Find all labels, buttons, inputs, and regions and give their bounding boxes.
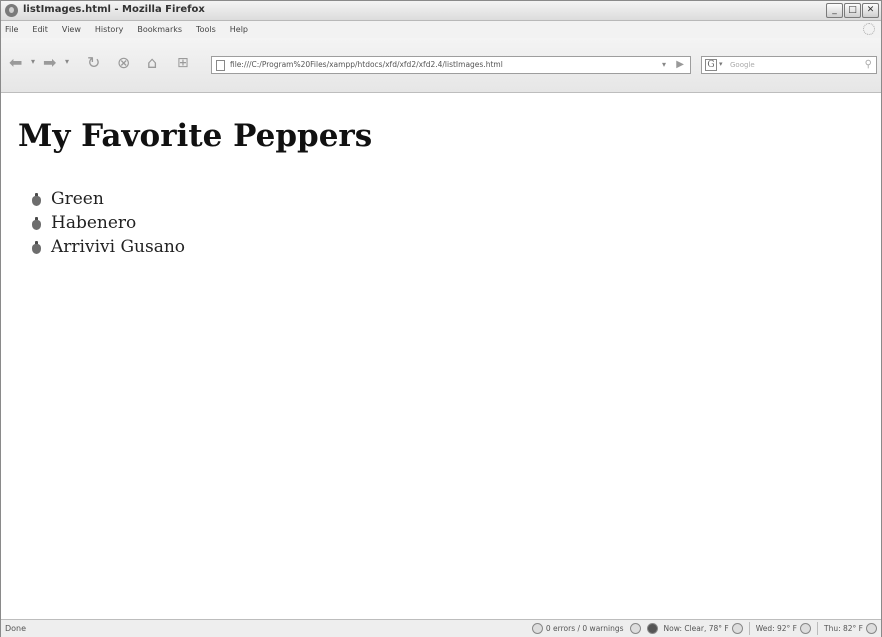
back-history-dropdown-icon[interactable]: ▾: [31, 57, 35, 66]
status-text: Done: [5, 624, 27, 633]
menu-bookmarks[interactable]: Bookmarks: [137, 25, 182, 34]
back-arrow-icon[interactable]: ⬅: [9, 54, 22, 72]
address-url[interactable]: file:///C:/Program%20Files/xampp/htdocs/…: [230, 60, 503, 69]
status-bar: Done 0 errors / 0 warnings Now: Clear, 7…: [1, 619, 881, 637]
stop-icon[interactable]: ⊗: [117, 54, 130, 72]
title-bar: listImages.html - Mozilla Firefox _ □ ✕: [1, 1, 881, 21]
reload-icon[interactable]: ↻: [87, 54, 100, 72]
close-button[interactable]: ✕: [862, 3, 879, 18]
weather-wed-label: Wed: 92° F: [755, 624, 797, 633]
weather-wed[interactable]: Wed: 92° F: [756, 623, 811, 634]
list-item: Green: [31, 187, 185, 211]
search-bar[interactable]: G ▾ Google ⚲: [701, 56, 877, 74]
pepper-bullet-icon: [31, 192, 42, 206]
weather-now-label: Now: Clear, 78° F: [663, 624, 729, 633]
pepper-bullet-icon: [31, 216, 42, 230]
page-content: My Favorite Peppers Green Habenero Arriv…: [1, 94, 881, 619]
search-magnifier-icon[interactable]: ⚲: [865, 59, 872, 70]
weather-thu-label: Thu: 82° F: [824, 624, 863, 633]
weather-now[interactable]: Now: Clear, 78° F: [664, 623, 743, 634]
menu-help[interactable]: Help: [230, 25, 248, 34]
menu-tools[interactable]: Tools: [196, 25, 216, 34]
error-count: 0 errors / 0 warnings: [545, 624, 624, 633]
check-icon: [531, 623, 543, 634]
list-item-label: Green: [51, 189, 104, 209]
menu-edit[interactable]: Edit: [32, 25, 48, 34]
address-bar[interactable]: file:///C:/Program%20Files/xampp/htdocs/…: [211, 56, 691, 74]
navigation-toolbar: ⬅ ▾ ➡ ▾ ↻ ⊗ ⌂ ⊞ file:///C:/Program%20Fil…: [1, 38, 881, 93]
search-engine-icon[interactable]: G: [705, 59, 717, 71]
cloud-icon: [866, 623, 877, 634]
maximize-button[interactable]: □: [844, 3, 861, 18]
window-title: listImages.html - Mozilla Firefox: [23, 4, 205, 15]
pepper-list: Green Habenero Arrivivi Gusano: [31, 187, 185, 259]
new-tab-icon[interactable]: ⊞: [177, 54, 189, 72]
menu-bar: File Edit View History Bookmarks Tools H…: [1, 21, 881, 38]
pepper-bullet-icon: [31, 240, 42, 254]
list-item-label: Habenero: [51, 213, 137, 233]
address-dropdown-icon[interactable]: ▾: [662, 60, 666, 69]
list-item-label: Arrivivi Gusano: [51, 237, 186, 257]
firefox-icon: [5, 4, 18, 17]
weather-globe-icon[interactable]: [646, 623, 658, 634]
page-heading: My Favorite Peppers: [18, 118, 373, 154]
window-controls: _ □ ✕: [826, 3, 879, 18]
search-placeholder[interactable]: Google: [730, 61, 755, 69]
list-item: Arrivivi Gusano: [31, 235, 185, 259]
list-item: Habenero: [31, 211, 185, 235]
menu-history[interactable]: History: [95, 25, 123, 34]
menu-view[interactable]: View: [62, 25, 81, 34]
status-indicators: 0 errors / 0 warnings Now: Clear, 78° F …: [531, 622, 877, 635]
home-icon[interactable]: ⌂: [147, 54, 157, 72]
forward-history-dropdown-icon[interactable]: ▾: [65, 57, 69, 66]
cloud-icon: [800, 623, 811, 634]
addon-icon[interactable]: [629, 623, 641, 634]
page-icon: [216, 60, 225, 71]
forward-arrow-icon[interactable]: ➡: [43, 54, 56, 72]
browser-window: listImages.html - Mozilla Firefox _ □ ✕ …: [0, 0, 882, 637]
status-separator: [748, 622, 750, 635]
sun-icon: [731, 623, 743, 634]
minimize-button[interactable]: _: [826, 3, 843, 18]
menu-file[interactable]: File: [5, 25, 18, 34]
activity-throbber-icon: [863, 23, 875, 35]
search-engine-dropdown-icon[interactable]: ▾: [719, 60, 723, 68]
status-separator: [817, 622, 818, 635]
weather-thu[interactable]: Thu: 82° F: [824, 623, 877, 634]
error-console-indicator[interactable]: 0 errors / 0 warnings: [531, 623, 624, 634]
go-arrow-icon[interactable]: ▶: [676, 59, 684, 70]
